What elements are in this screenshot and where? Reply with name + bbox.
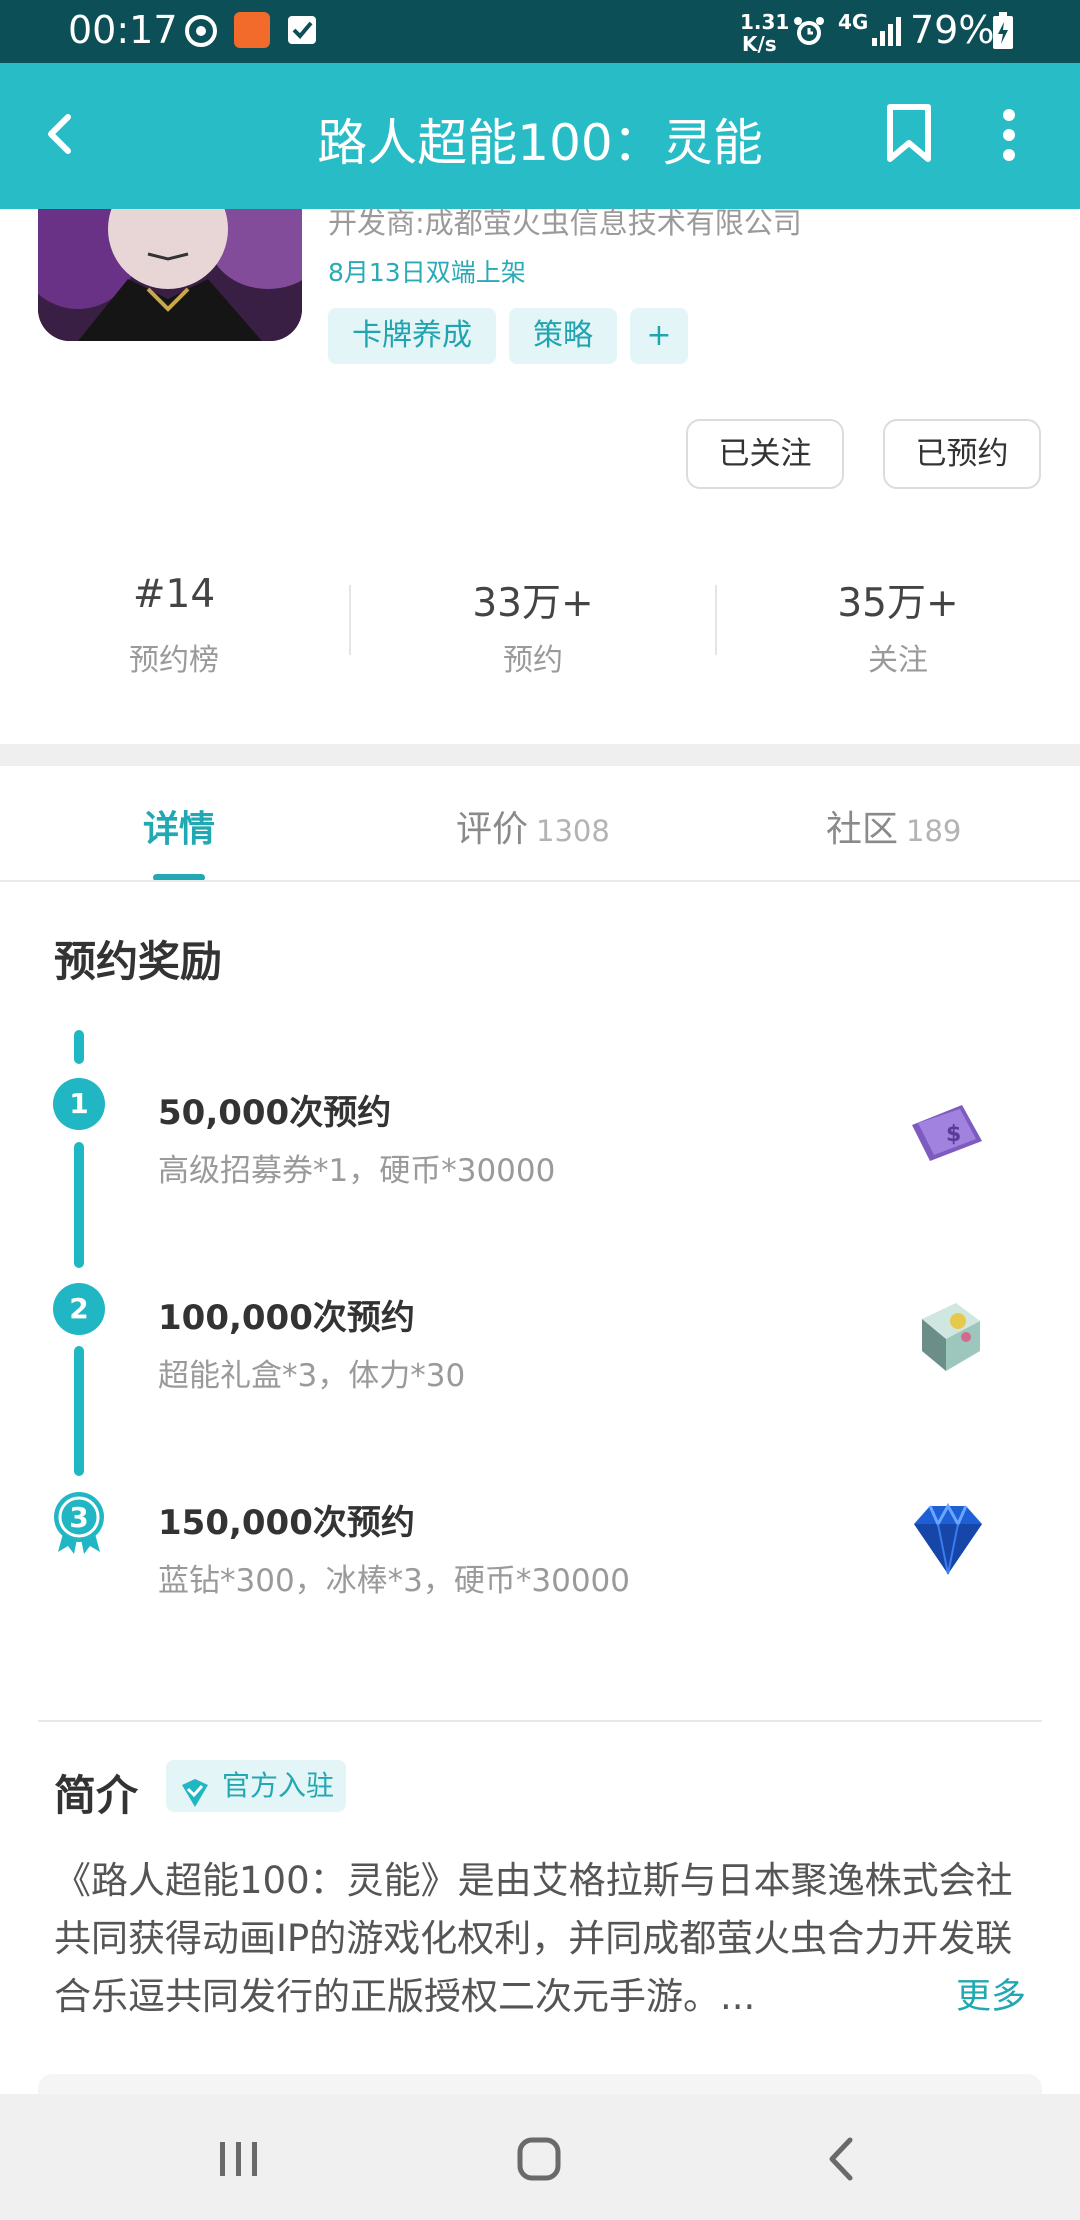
intro-title: 简介 xyxy=(54,1771,139,1820)
section-separator xyxy=(38,1720,1042,1722)
nav-bar xyxy=(0,2094,1080,2220)
alarm-icon xyxy=(792,14,826,48)
section-divider xyxy=(0,744,1080,766)
reward-title-1: 50,000次预约 xyxy=(158,1093,392,1133)
app-notification-icon xyxy=(234,12,270,48)
more-vertical-icon[interactable] xyxy=(996,107,1022,163)
reward-desc-2: 超能礼盒*3，体力*30 xyxy=(158,1358,466,1394)
timeline-line xyxy=(74,1346,84,1476)
stat-divider xyxy=(349,585,351,655)
reward-step-3: 3 xyxy=(69,1501,89,1534)
timeline-line xyxy=(74,1030,84,1064)
stat-rank-value: #14 xyxy=(132,572,216,617)
reward-title-3: 150,000次预约 xyxy=(158,1503,415,1543)
stat-reserve-value: 33万+ xyxy=(472,581,594,626)
ticket-icon: $ xyxy=(900,1085,996,1181)
gift-box-icon xyxy=(900,1285,996,1381)
speed-bottom: K/s xyxy=(742,32,777,56)
status-time: 00:17 xyxy=(68,8,178,52)
status-bar: 00:17 1.31 K/s 4G 79% xyxy=(0,0,1080,63)
app-bar: 路人超能100：灵能 xyxy=(0,63,1080,209)
timeline-line xyxy=(74,1142,84,1268)
stat-rank-label: 预约榜 xyxy=(129,643,219,678)
more-link[interactable]: 更多 xyxy=(956,1968,1026,2019)
battery-icon xyxy=(992,12,1014,50)
reward-desc-1: 高级招募券*1，硬币*30000 xyxy=(158,1153,556,1189)
svg-text:$: $ xyxy=(946,1122,961,1147)
stat-follow-label: 关注 xyxy=(868,643,928,678)
checkbox-icon xyxy=(286,14,318,46)
followed-button[interactable]: 已关注 xyxy=(686,419,844,489)
developer-line: 开发商:成都萤火虫信息技术有限公司 xyxy=(328,206,802,240)
official-badge-label: 官方入驻 xyxy=(222,1769,335,1802)
home-icon[interactable] xyxy=(516,2136,562,2182)
speed-top: 1.31 xyxy=(740,10,790,34)
tag-card-raising[interactable]: 卡牌养成 xyxy=(328,308,496,364)
reward-desc-3: 蓝钻*300，冰棒*3，硬币*30000 xyxy=(158,1563,631,1599)
game-cover-image xyxy=(38,209,302,341)
recent-apps-icon[interactable] xyxy=(214,2138,264,2180)
tab-details[interactable]: 详情 xyxy=(143,800,215,852)
tab-details-label: 详情 xyxy=(143,809,216,850)
tag-add[interactable]: + xyxy=(630,308,688,364)
tab-divider xyxy=(0,880,1080,882)
tag-strategy[interactable]: 策略 xyxy=(509,308,617,364)
stat-divider xyxy=(715,585,717,655)
rewards-title: 预约奖励 xyxy=(54,937,223,986)
official-badge: 官方入驻 xyxy=(166,1760,347,1812)
signal-icon xyxy=(870,14,902,48)
blue-diamond-icon xyxy=(900,1490,996,1586)
network-type: 4G xyxy=(838,10,869,34)
stat-reserve-label: 预约 xyxy=(503,643,563,678)
battery-percent: 79% xyxy=(910,8,995,52)
tab-community-label: 社区 xyxy=(826,809,899,850)
stat-follow-value: 35万+ xyxy=(837,581,959,626)
bookmark-icon[interactable] xyxy=(882,103,936,163)
reward-step-1: 1 xyxy=(53,1078,105,1130)
tab-reviews-label: 评价 xyxy=(456,809,529,850)
reward-step-2: 2 xyxy=(53,1283,105,1335)
tab-reviews[interactable]: 评价 1308 xyxy=(456,800,610,852)
tab-community-count: 189 xyxy=(906,814,962,848)
verified-icon xyxy=(180,1772,210,1807)
tab-community[interactable]: 社区 189 xyxy=(826,800,961,852)
sync-icon xyxy=(184,14,218,48)
intro-text: 《路人超能100：灵能》是由艾格拉斯与日本聚逸株式会社共同获得动画IP的游戏化权… xyxy=(54,1859,1013,2018)
reward-title-2: 100,000次预约 xyxy=(158,1298,415,1338)
release-date: 8月13日双端上架 xyxy=(328,258,526,287)
reserved-button[interactable]: 已预约 xyxy=(883,419,1041,489)
back-icon[interactable] xyxy=(824,2136,860,2182)
tab-reviews-count: 1308 xyxy=(536,814,610,848)
